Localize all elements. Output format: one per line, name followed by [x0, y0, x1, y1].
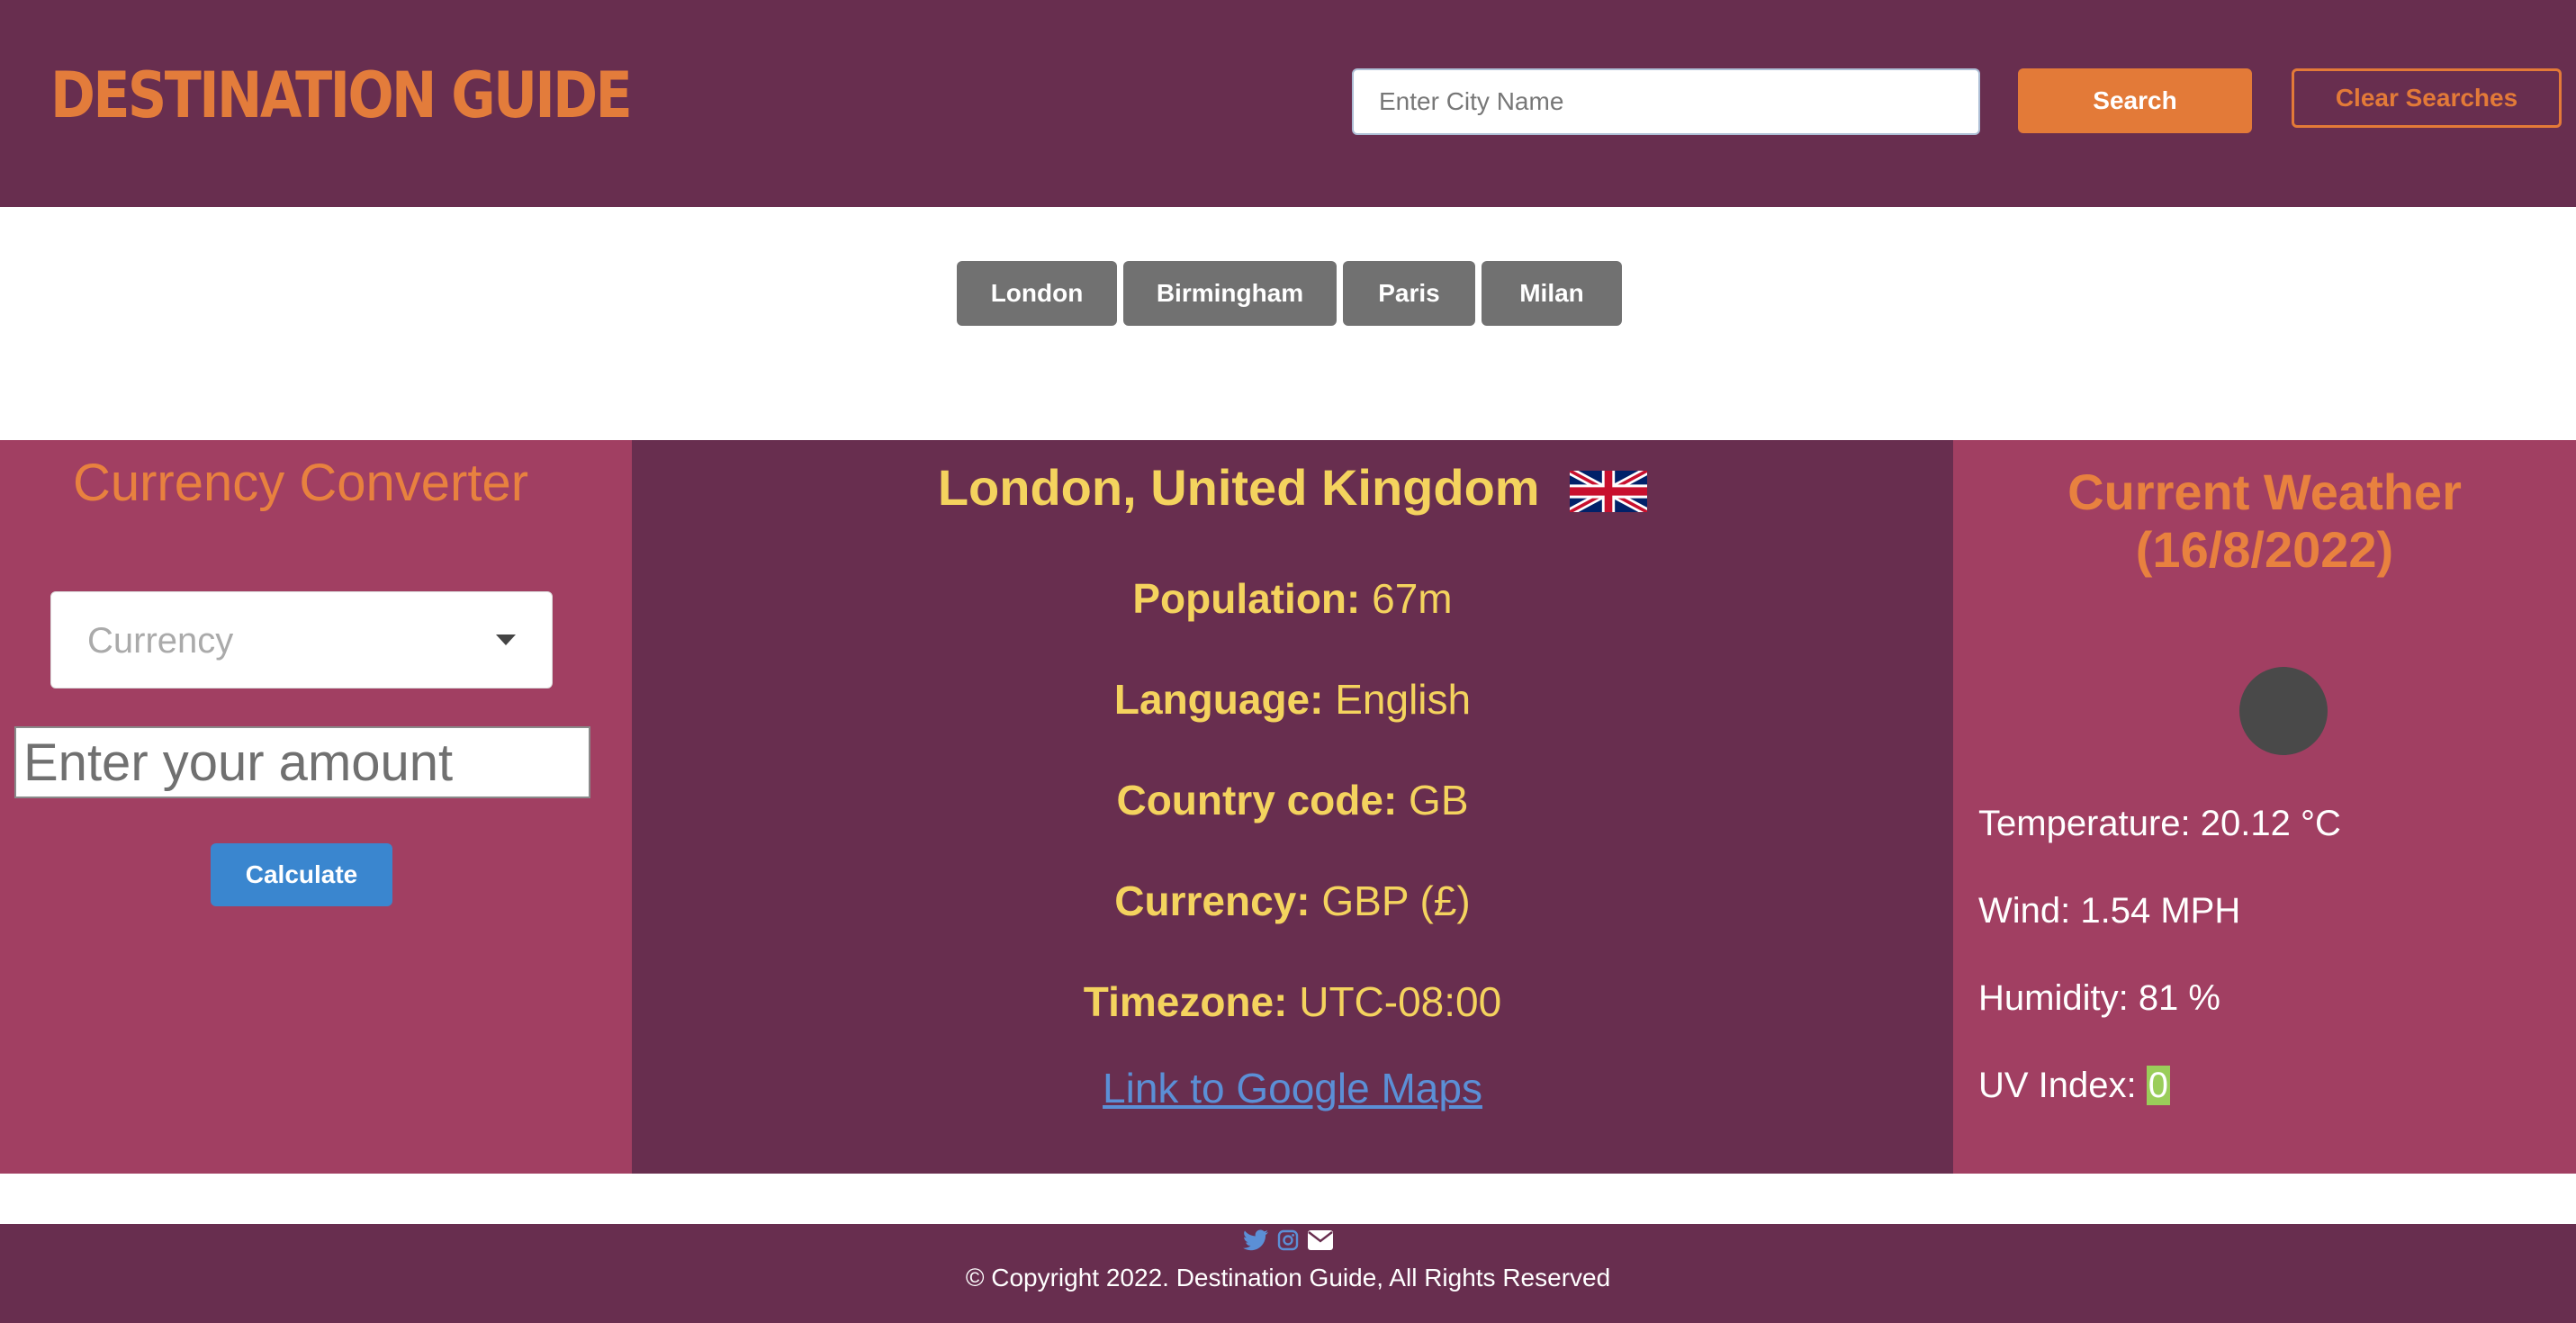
city-info-panel: London, United Kingdom Population: 67m L…	[632, 440, 1953, 1174]
envelope-icon[interactable]	[1308, 1230, 1334, 1255]
population-value: 67m	[1372, 575, 1453, 622]
humidity: Humidity: 81 %	[1978, 978, 2220, 1018]
city-name: London, United Kingdom	[937, 459, 1540, 516]
weather-date: (16/8/2022)	[2135, 521, 2394, 578]
currency-value: GBP (£)	[1321, 878, 1471, 924]
history-button-birmingham[interactable]: Birmingham	[1123, 261, 1337, 326]
language-label: Language:	[1113, 676, 1324, 723]
timezone-row: Timezone: UTC-08:00	[632, 975, 1953, 1029]
search-history: London Birmingham Paris Milan	[0, 261, 2576, 326]
social-links	[0, 1229, 2576, 1262]
currency-row: Currency: GBP (£)	[632, 874, 1953, 928]
currency-select[interactable]: Currency	[50, 591, 553, 688]
timezone-label: Timezone:	[1083, 978, 1288, 1025]
currency-label: Currency:	[1114, 878, 1311, 924]
population-row: Population: 67m	[632, 572, 1953, 626]
country-code-row: Country code: GB	[632, 773, 1953, 827]
uk-flag-icon	[1570, 471, 1648, 513]
search-button[interactable]: Search	[2018, 68, 2252, 133]
site-header: DESTINATION GUIDE Search Clear Searches	[0, 0, 2576, 207]
amount-input[interactable]	[14, 726, 590, 798]
currency-converter-panel: Currency Converter Currency Calculate	[0, 440, 632, 1174]
calculate-button[interactable]: Calculate	[211, 843, 392, 906]
uv-index-badge: 0	[2146, 1066, 2171, 1105]
country-code-value: GB	[1409, 777, 1469, 824]
currency-select-placeholder: Currency	[87, 621, 234, 661]
population-label: Population:	[1132, 575, 1361, 622]
wind: Wind: 1.54 MPH	[1978, 891, 2241, 931]
google-maps-link[interactable]: Link to Google Maps	[632, 1061, 1953, 1115]
language-value: English	[1335, 676, 1472, 723]
instagram-icon[interactable]	[1277, 1229, 1299, 1256]
uv-index-label: UV Index:	[1978, 1066, 2137, 1105]
temperature: Temperature: 20.12 °C	[1978, 804, 2341, 843]
language-row: Language: English	[632, 672, 1953, 726]
history-button-milan[interactable]: Milan	[1482, 261, 1622, 326]
weather-icon	[2239, 667, 2328, 755]
city-search-input[interactable]	[1352, 68, 1980, 135]
uv-index-row: UV Index: 0	[1978, 1060, 2171, 1111]
twitter-icon[interactable]	[1242, 1229, 1268, 1256]
history-button-london[interactable]: London	[957, 261, 1117, 326]
site-title: DESTINATION GUIDE	[50, 58, 633, 132]
clear-searches-button[interactable]: Clear Searches	[2292, 68, 2562, 128]
currency-converter-title: Currency Converter	[72, 454, 529, 512]
site-footer: © Copyright 2022. Destination Guide, All…	[0, 1224, 2576, 1323]
copyright-text: © Copyright 2022. Destination Guide, All…	[965, 1264, 1611, 1292]
country-code-label: Country code:	[1116, 777, 1398, 824]
timezone-value: UTC-08:00	[1299, 978, 1502, 1025]
weather-panel: Current Weather (16/8/2022) Temperature:…	[1953, 440, 2576, 1174]
history-button-paris[interactable]: Paris	[1343, 261, 1475, 326]
city-title: London, United Kingdom	[632, 462, 1953, 514]
caret-down-icon	[496, 634, 516, 645]
weather-title: Current Weather (16/8/2022)	[1953, 464, 2576, 579]
weather-title-line1: Current Weather	[2067, 464, 2462, 520]
